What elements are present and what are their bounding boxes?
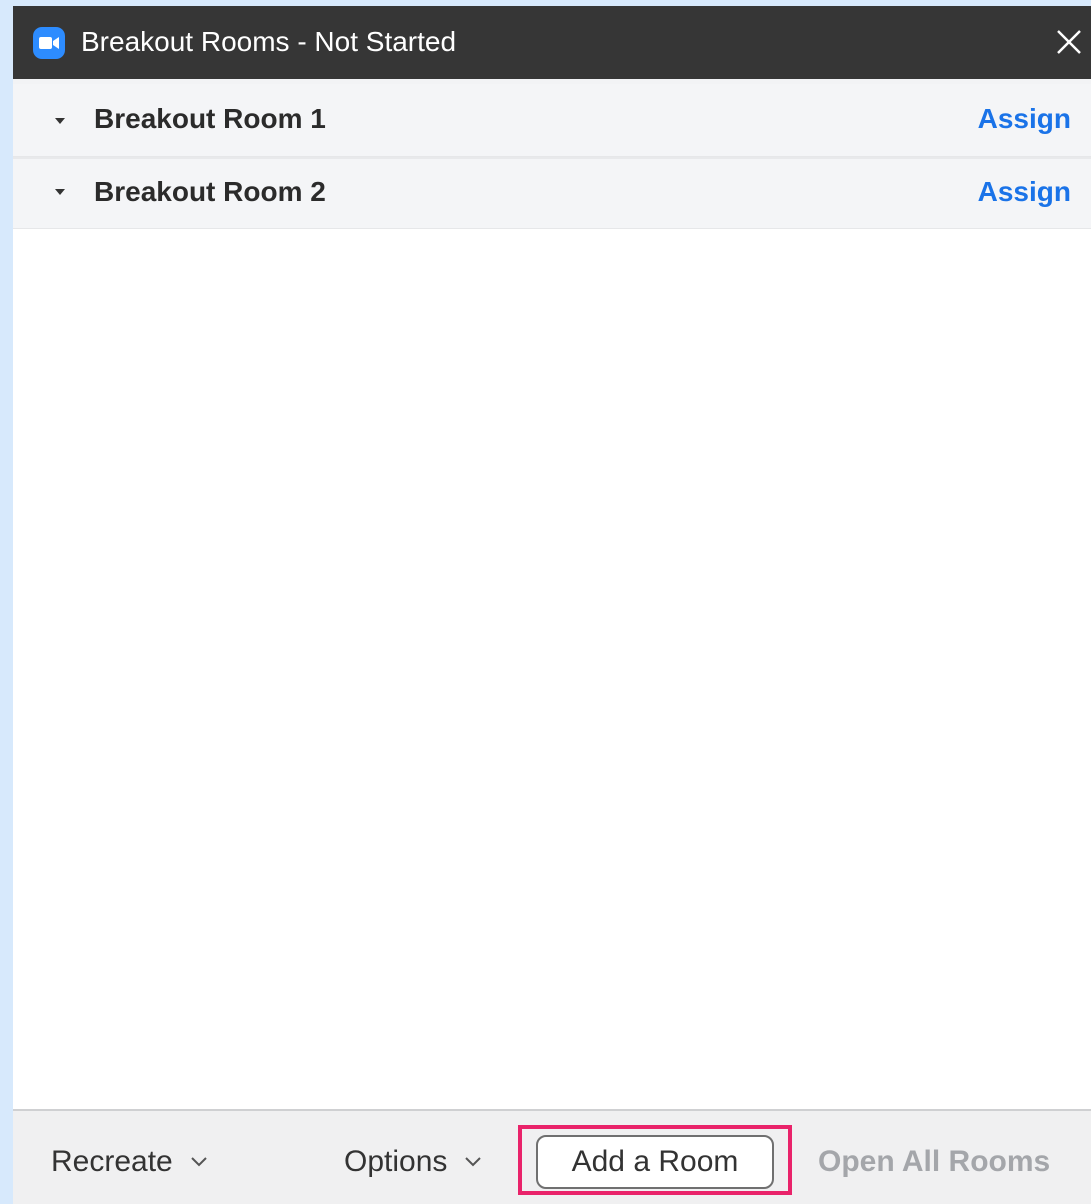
room-name: Breakout Room 2	[94, 176, 326, 207]
add-room-button[interactable]: Add a Room	[536, 1135, 774, 1189]
room-row[interactable]: Breakout Room 2 Assign	[13, 157, 1091, 229]
room-name: Breakout Room 1	[94, 103, 326, 134]
room-row[interactable]: Breakout Room 1 Assign	[13, 79, 1091, 157]
zoom-camera-icon	[33, 27, 65, 59]
caret-down-icon[interactable]	[53, 185, 67, 199]
footer-toolbar: Recreate Options Add a Room Open All Roo…	[13, 1109, 1091, 1204]
close-button[interactable]	[1053, 26, 1085, 58]
breakout-rooms-window: Breakout Rooms - Not Started Breakout Ro…	[13, 6, 1091, 1204]
options-dropdown[interactable]: Options	[344, 1143, 483, 1181]
caret-down-icon[interactable]	[53, 114, 67, 128]
close-icon	[1057, 30, 1081, 54]
title-bar: Breakout Rooms - Not Started	[13, 6, 1091, 79]
chevron-down-icon	[191, 1157, 207, 1167]
recreate-dropdown[interactable]: Recreate	[51, 1143, 209, 1181]
assign-link[interactable]: Assign	[978, 175, 1071, 209]
assign-link[interactable]: Assign	[978, 102, 1071, 136]
recreate-label: Recreate	[51, 1145, 173, 1178]
window-title: Breakout Rooms - Not Started	[81, 26, 457, 57]
options-label: Options	[344, 1145, 448, 1178]
chevron-down-icon	[465, 1157, 482, 1167]
open-all-rooms-button[interactable]: Open All Rooms	[818, 1143, 1050, 1181]
breakout-rooms-list: Breakout Room 1 Assign Breakout Room 2 A…	[13, 79, 1091, 229]
